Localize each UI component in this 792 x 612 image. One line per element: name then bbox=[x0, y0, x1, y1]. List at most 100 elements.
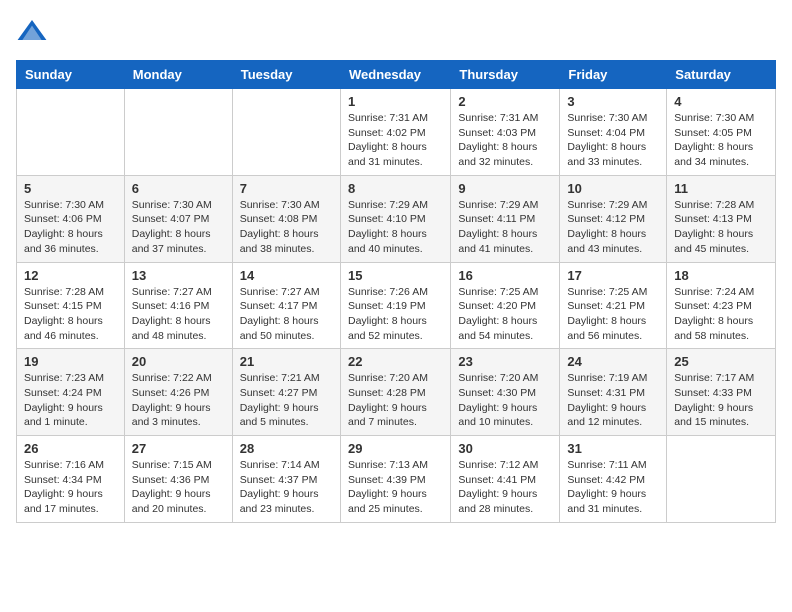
day-number: 28 bbox=[240, 441, 333, 456]
day-of-week-header: Saturday bbox=[667, 61, 776, 89]
calendar-table: SundayMondayTuesdayWednesdayThursdayFrid… bbox=[16, 60, 776, 523]
day-number: 26 bbox=[24, 441, 117, 456]
day-info: Sunrise: 7:20 AM Sunset: 4:28 PM Dayligh… bbox=[348, 371, 443, 430]
day-number: 27 bbox=[132, 441, 225, 456]
day-number: 21 bbox=[240, 354, 333, 369]
day-info: Sunrise: 7:20 AM Sunset: 4:30 PM Dayligh… bbox=[458, 371, 552, 430]
day-info: Sunrise: 7:19 AM Sunset: 4:31 PM Dayligh… bbox=[567, 371, 659, 430]
calendar-cell: 13 Sunrise: 7:27 AM Sunset: 4:16 PM Dayli… bbox=[124, 262, 232, 349]
day-info: Sunrise: 7:30 AM Sunset: 4:08 PM Dayligh… bbox=[240, 198, 333, 257]
day-number: 19 bbox=[24, 354, 117, 369]
day-number: 12 bbox=[24, 268, 117, 283]
calendar-cell: 24Sunrise: 7:19 AM Sunset: 4:31 PM Dayli… bbox=[560, 349, 667, 436]
calendar-cell: 1 Sunrise: 7:31 AM Sunset: 4:02 PM Daylig… bbox=[340, 89, 450, 176]
calendar-week-row: 5Sunrise: 7:30 AM Sunset: 4:06 PM Daylig… bbox=[17, 175, 776, 262]
calendar-cell bbox=[17, 89, 125, 176]
day-number: 11 bbox=[674, 181, 768, 196]
day-info: Sunrise: 7:25 AM Sunset: 4:21 PM Dayligh… bbox=[567, 285, 659, 344]
day-number: 8 bbox=[348, 181, 443, 196]
day-number: 31 bbox=[567, 441, 659, 456]
day-info: Sunrise: 7:11 AM Sunset: 4:42 PM Dayligh… bbox=[567, 458, 659, 517]
calendar-cell: 21Sunrise: 7:21 AM Sunset: 4:27 PM Dayli… bbox=[232, 349, 340, 436]
calendar-cell: 10 Sunrise: 7:29 AM Sunset: 4:12 PM Dayli… bbox=[560, 175, 667, 262]
day-info: Sunrise: 7:31 AM Sunset: 4:03 PM Dayligh… bbox=[458, 111, 552, 170]
day-number: 23 bbox=[458, 354, 552, 369]
calendar-cell: 26 Sunrise: 7:16 AM Sunset: 4:34 PM Dayli… bbox=[17, 436, 125, 523]
calendar-cell: 28 Sunrise: 7:14 AM Sunset: 4:37 PM Dayli… bbox=[232, 436, 340, 523]
calendar-cell: 15Sunrise: 7:26 AM Sunset: 4:19 PM Dayli… bbox=[340, 262, 450, 349]
day-info: Sunrise: 7:30 AM Sunset: 4:04 PM Dayligh… bbox=[567, 111, 659, 170]
calendar-cell: 7 Sunrise: 7:30 AM Sunset: 4:08 PM Daylig… bbox=[232, 175, 340, 262]
calendar-cell: 30 Sunrise: 7:12 AM Sunset: 4:41 PM Dayli… bbox=[451, 436, 560, 523]
day-number: 30 bbox=[458, 441, 552, 456]
day-info: Sunrise: 7:28 AM Sunset: 4:15 PM Dayligh… bbox=[24, 285, 117, 344]
day-info: Sunrise: 7:29 AM Sunset: 4:10 PM Dayligh… bbox=[348, 198, 443, 257]
calendar-cell: 20 Sunrise: 7:22 AM Sunset: 4:26 PM Dayli… bbox=[124, 349, 232, 436]
calendar-week-row: 26 Sunrise: 7:16 AM Sunset: 4:34 PM Dayli… bbox=[17, 436, 776, 523]
calendar-cell: 8 Sunrise: 7:29 AM Sunset: 4:10 PM Daylig… bbox=[340, 175, 450, 262]
day-info: Sunrise: 7:13 AM Sunset: 4:39 PM Dayligh… bbox=[348, 458, 443, 517]
day-number: 2 bbox=[458, 94, 552, 109]
logo bbox=[16, 16, 52, 48]
day-info: Sunrise: 7:31 AM Sunset: 4:02 PM Dayligh… bbox=[348, 111, 443, 170]
day-info: Sunrise: 7:22 AM Sunset: 4:26 PM Dayligh… bbox=[132, 371, 225, 430]
calendar-cell: 29Sunrise: 7:13 AM Sunset: 4:39 PM Dayli… bbox=[340, 436, 450, 523]
logo-icon bbox=[16, 16, 48, 48]
day-info: Sunrise: 7:25 AM Sunset: 4:20 PM Dayligh… bbox=[458, 285, 552, 344]
calendar-cell: 31 Sunrise: 7:11 AM Sunset: 4:42 PM Dayli… bbox=[560, 436, 667, 523]
day-number: 4 bbox=[674, 94, 768, 109]
day-number: 17 bbox=[567, 268, 659, 283]
day-of-week-header: Tuesday bbox=[232, 61, 340, 89]
day-info: Sunrise: 7:17 AM Sunset: 4:33 PM Dayligh… bbox=[674, 371, 768, 430]
calendar-cell bbox=[124, 89, 232, 176]
calendar-cell: 3Sunrise: 7:30 AM Sunset: 4:04 PM Daylig… bbox=[560, 89, 667, 176]
day-number: 13 bbox=[132, 268, 225, 283]
day-number: 20 bbox=[132, 354, 225, 369]
calendar-cell: 17 Sunrise: 7:25 AM Sunset: 4:21 PM Dayli… bbox=[560, 262, 667, 349]
calendar-week-row: 19 Sunrise: 7:23 AM Sunset: 4:24 PM Dayli… bbox=[17, 349, 776, 436]
day-of-week-header: Friday bbox=[560, 61, 667, 89]
calendar-cell: 25 Sunrise: 7:17 AM Sunset: 4:33 PM Dayli… bbox=[667, 349, 776, 436]
calendar-cell: 16Sunrise: 7:25 AM Sunset: 4:20 PM Dayli… bbox=[451, 262, 560, 349]
day-of-week-header: Thursday bbox=[451, 61, 560, 89]
calendar-cell: 2 Sunrise: 7:31 AM Sunset: 4:03 PM Daylig… bbox=[451, 89, 560, 176]
day-number: 9 bbox=[458, 181, 552, 196]
day-info: Sunrise: 7:30 AM Sunset: 4:06 PM Dayligh… bbox=[24, 198, 117, 257]
day-info: Sunrise: 7:29 AM Sunset: 4:12 PM Dayligh… bbox=[567, 198, 659, 257]
day-info: Sunrise: 7:28 AM Sunset: 4:13 PM Dayligh… bbox=[674, 198, 768, 257]
calendar-cell: 11 Sunrise: 7:28 AM Sunset: 4:13 PM Dayli… bbox=[667, 175, 776, 262]
calendar-cell bbox=[232, 89, 340, 176]
day-number: 10 bbox=[567, 181, 659, 196]
day-info: Sunrise: 7:16 AM Sunset: 4:34 PM Dayligh… bbox=[24, 458, 117, 517]
calendar-cell: 12 Sunrise: 7:28 AM Sunset: 4:15 PM Dayli… bbox=[17, 262, 125, 349]
calendar-cell: 22 Sunrise: 7:20 AM Sunset: 4:28 PM Dayli… bbox=[340, 349, 450, 436]
day-number: 25 bbox=[674, 354, 768, 369]
day-info: Sunrise: 7:23 AM Sunset: 4:24 PM Dayligh… bbox=[24, 371, 117, 430]
day-number: 18 bbox=[674, 268, 768, 283]
calendar-cell bbox=[667, 436, 776, 523]
day-info: Sunrise: 7:29 AM Sunset: 4:11 PM Dayligh… bbox=[458, 198, 552, 257]
calendar-cell: 5Sunrise: 7:30 AM Sunset: 4:06 PM Daylig… bbox=[17, 175, 125, 262]
day-info: Sunrise: 7:14 AM Sunset: 4:37 PM Dayligh… bbox=[240, 458, 333, 517]
day-number: 15 bbox=[348, 268, 443, 283]
day-number: 1 bbox=[348, 94, 443, 109]
calendar-cell: 27 Sunrise: 7:15 AM Sunset: 4:36 PM Dayli… bbox=[124, 436, 232, 523]
calendar-cell: 4Sunrise: 7:30 AM Sunset: 4:05 PM Daylig… bbox=[667, 89, 776, 176]
calendar-cell: 18 Sunrise: 7:24 AM Sunset: 4:23 PM Dayli… bbox=[667, 262, 776, 349]
day-info: Sunrise: 7:27 AM Sunset: 4:16 PM Dayligh… bbox=[132, 285, 225, 344]
page-header bbox=[16, 16, 776, 48]
day-info: Sunrise: 7:15 AM Sunset: 4:36 PM Dayligh… bbox=[132, 458, 225, 517]
day-of-week-header: Monday bbox=[124, 61, 232, 89]
day-number: 7 bbox=[240, 181, 333, 196]
day-of-week-header: Sunday bbox=[17, 61, 125, 89]
calendar-cell: 6Sunrise: 7:30 AM Sunset: 4:07 PM Daylig… bbox=[124, 175, 232, 262]
calendar-week-row: 1 Sunrise: 7:31 AM Sunset: 4:02 PM Daylig… bbox=[17, 89, 776, 176]
calendar-cell: 19 Sunrise: 7:23 AM Sunset: 4:24 PM Dayli… bbox=[17, 349, 125, 436]
day-info: Sunrise: 7:30 AM Sunset: 4:07 PM Dayligh… bbox=[132, 198, 225, 257]
day-info: Sunrise: 7:24 AM Sunset: 4:23 PM Dayligh… bbox=[674, 285, 768, 344]
calendar-header-row: SundayMondayTuesdayWednesdayThursdayFrid… bbox=[17, 61, 776, 89]
calendar-cell: 23 Sunrise: 7:20 AM Sunset: 4:30 PM Dayli… bbox=[451, 349, 560, 436]
day-info: Sunrise: 7:12 AM Sunset: 4:41 PM Dayligh… bbox=[458, 458, 552, 517]
day-info: Sunrise: 7:27 AM Sunset: 4:17 PM Dayligh… bbox=[240, 285, 333, 344]
day-number: 22 bbox=[348, 354, 443, 369]
